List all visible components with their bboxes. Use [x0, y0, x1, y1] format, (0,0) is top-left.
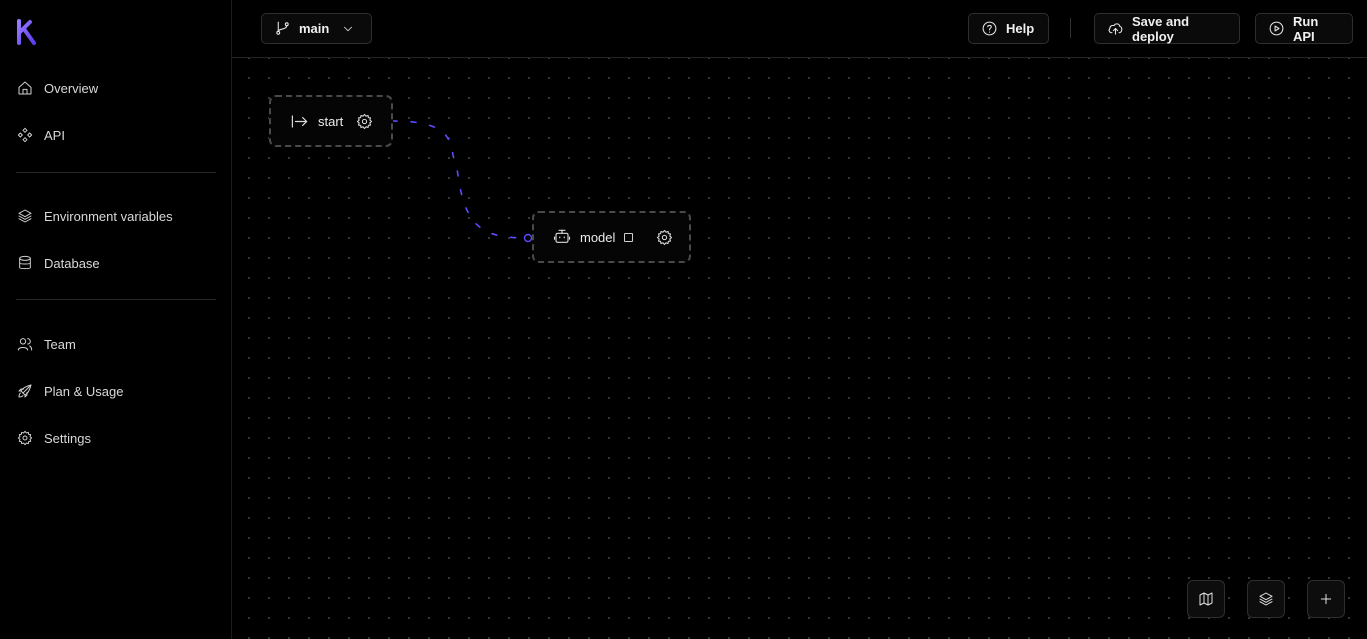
topbar-separator — [1070, 18, 1071, 38]
square-icon — [624, 232, 634, 242]
help-label: Help — [1006, 21, 1035, 36]
flow-canvas[interactable]: start model — [232, 58, 1367, 639]
git-branch-icon — [274, 20, 291, 37]
topbar: main Help Save and deploy Run API — [232, 0, 1367, 58]
edge-start-to-model — [391, 120, 529, 239]
run-api-label: Run API — [1293, 13, 1319, 44]
flow-edges — [391, 120, 533, 243]
database-icon — [16, 254, 34, 272]
sidebar: Overview API Environment variables Datab… — [0, 0, 232, 639]
layers-button[interactable] — [1247, 580, 1285, 618]
gear-icon — [16, 429, 34, 447]
sidebar-item-label: Team — [44, 336, 76, 352]
chevron-down-icon — [341, 22, 355, 36]
api-icon — [16, 126, 34, 144]
run-api-button[interactable]: Run API — [1255, 13, 1353, 44]
edge-handle — [523, 233, 533, 243]
sidebar-item-label: Database — [44, 255, 100, 271]
minimap-toggle-button[interactable] — [1187, 580, 1225, 618]
help-button[interactable]: Help — [968, 13, 1049, 44]
add-node-button[interactable] — [1307, 580, 1345, 618]
gear-icon[interactable] — [356, 113, 373, 130]
sidebar-item-plan-usage[interactable]: Plan & Usage — [16, 379, 124, 403]
sidebar-item-label: Environment variables — [44, 208, 173, 224]
play-circle-icon — [1268, 20, 1285, 37]
sidebar-item-label: API — [44, 127, 65, 143]
node-label: model — [580, 229, 616, 245]
sidebar-item-label: Overview — [44, 80, 99, 96]
layers-icon — [1258, 591, 1274, 607]
node-label: start — [318, 113, 344, 129]
rocket-icon — [16, 382, 34, 400]
help-circle-icon — [981, 20, 998, 37]
sidebar-divider — [16, 172, 216, 173]
robot-icon — [553, 228, 571, 246]
users-icon — [16, 335, 34, 353]
node-model[interactable]: model — [532, 211, 691, 263]
plus-icon — [1318, 591, 1334, 607]
gear-icon[interactable] — [656, 229, 673, 246]
sidebar-item-overview[interactable]: Overview — [16, 76, 98, 100]
layers-icon — [16, 207, 34, 225]
sidebar-item-label: Plan & Usage — [44, 383, 124, 399]
cloud-upload-icon — [1107, 20, 1124, 37]
sidebar-item-api[interactable]: API — [16, 123, 65, 147]
node-start[interactable]: start — [269, 95, 393, 147]
branch-label: main — [299, 21, 330, 36]
sidebar-item-label: Settings — [44, 430, 91, 446]
sidebar-item-environment-variables[interactable]: Environment variables — [16, 204, 173, 228]
k-logo-icon[interactable] — [16, 18, 44, 46]
arrow-right-to-line-icon — [290, 112, 309, 131]
sidebar-divider — [16, 299, 216, 300]
map-icon — [1198, 591, 1214, 607]
sidebar-item-database[interactable]: Database — [16, 251, 100, 275]
home-icon — [16, 79, 34, 97]
save-and-deploy-button[interactable]: Save and deploy — [1094, 13, 1240, 44]
sidebar-item-settings[interactable]: Settings — [16, 426, 91, 450]
save-and-deploy-label: Save and deploy — [1132, 13, 1190, 44]
branch-selector[interactable]: main — [261, 13, 372, 44]
sidebar-item-team[interactable]: Team — [16, 332, 76, 356]
